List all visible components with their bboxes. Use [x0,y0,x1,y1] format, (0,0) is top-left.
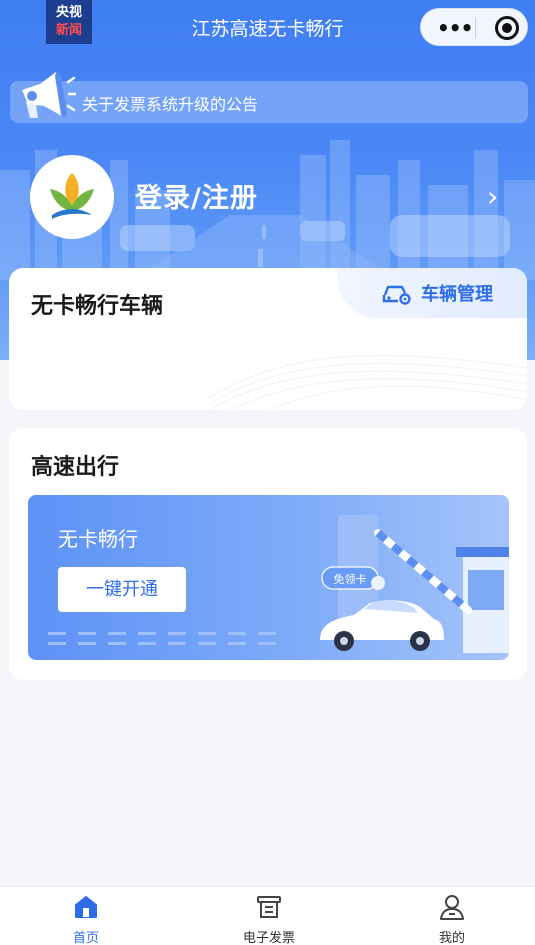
tab-invoice-label: 电子发票 [242,931,295,945]
toll-gate-illustration: 免领卡 [320,515,509,653]
vehicle-manage-button[interactable]: 车辆管理 [337,268,527,318]
invoice-icon [257,896,281,918]
vehicle-manage-label: 车辆管理 [421,284,493,305]
vehicles-card: 无卡畅行车辆 车辆管理 [9,268,527,410]
vehicles-card-title: 无卡畅行车辆 [31,294,164,319]
tab-invoice[interactable]: 电子发票 [229,887,309,945]
notice-text[interactable]: 关于发票系统升级的公告 [82,91,258,115]
travel-card: 高速出行 无卡畅行 一键开通 免领卡 [9,428,527,680]
user-icon [440,895,464,920]
more-dots-icon[interactable]: ••• [437,16,473,40]
capsule-divider [475,18,476,38]
tab-home[interactable]: 首页 [46,887,126,945]
tab-mine-label: 我的 [438,931,465,945]
cardless-travel-banner[interactable]: 无卡畅行 一键开通 免领卡 [28,495,509,660]
car-settings-icon [382,285,411,305]
leaf-logo-icon [50,173,94,219]
chevron-right-icon[interactable]: › [487,180,498,213]
banner-title: 无卡畅行 [58,527,138,551]
target-close-icon[interactable] [495,16,519,40]
tab-mine[interactable]: 我的 [412,887,492,945]
login-register-link[interactable]: 登录/注册 [135,176,258,215]
one-click-open-button[interactable]: 一键开通 [58,567,186,612]
bottom-tab-bar: 首页 电子发票 我的 [0,886,535,945]
avatar[interactable] [30,155,114,239]
bubble-text: 免领卡 [334,572,367,586]
megaphone-icon [22,72,76,118]
decorative-waves [209,354,527,410]
home-icon [75,896,97,918]
travel-card-title: 高速出行 [31,455,120,480]
tab-home-label: 首页 [72,931,99,945]
mini-program-capsule: ••• [420,8,528,46]
